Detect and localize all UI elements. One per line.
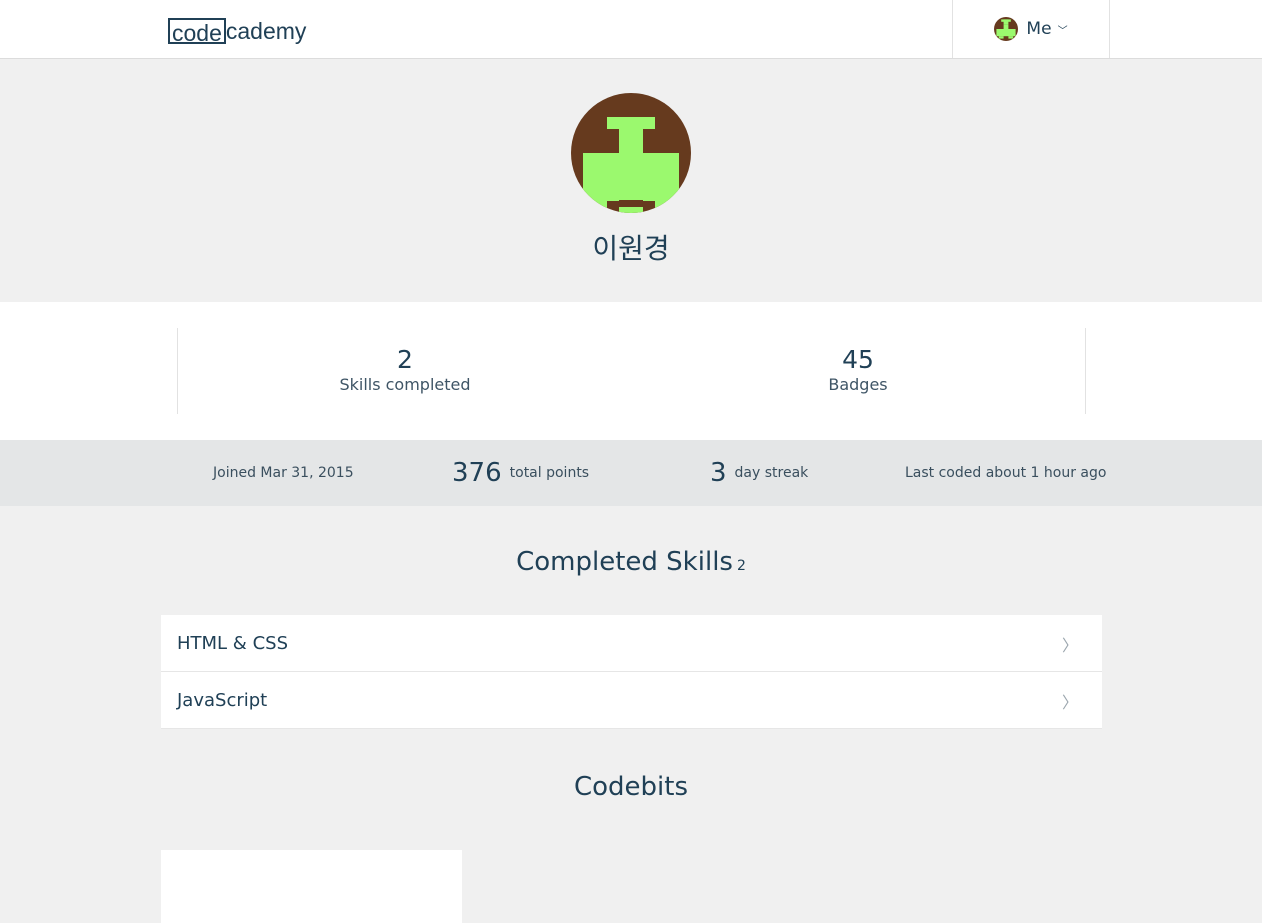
- day-streak: 3 day streak: [710, 440, 808, 506]
- skill-item-html-css[interactable]: HTML & CSS 〉: [161, 615, 1102, 672]
- profile-header: 이원경: [0, 59, 1262, 302]
- streak-value: 3: [710, 458, 727, 488]
- skill-item-javascript[interactable]: JavaScript 〉: [161, 672, 1102, 729]
- points-value: 376: [452, 458, 502, 488]
- avatar-small: [994, 17, 1019, 41]
- last-coded: Last coded about 1 hour ago: [905, 440, 1106, 506]
- avatar-icon: [571, 93, 691, 213]
- joined-date: Joined Mar 31, 2015: [213, 440, 354, 506]
- codebits-heading: Codebits: [0, 772, 1262, 802]
- stat-label: Skills completed: [339, 375, 471, 394]
- me-menu-button[interactable]: Me ﹀: [952, 0, 1110, 58]
- stat-skills-completed: 2 Skills completed: [255, 346, 555, 396]
- stat-label: Badges: [828, 375, 888, 394]
- logo-text: cademy: [225, 18, 307, 44]
- skill-name: JavaScript: [177, 689, 268, 711]
- points-label: total points: [509, 465, 590, 481]
- stats-panel: 2 Skills completed 45 Badges: [0, 302, 1262, 440]
- skill-name: HTML & CSS: [177, 632, 288, 654]
- streak-label: day streak: [734, 465, 809, 481]
- chevron-right-icon: 〉: [1061, 693, 1078, 712]
- stat-value: 45: [842, 345, 874, 374]
- divider: [177, 328, 178, 414]
- logo-boxed-text: code: [168, 18, 226, 46]
- section-title-text: Codebits: [573, 772, 689, 802]
- profile-meta-bar: Joined Mar 31, 2015 376 total points 3 d…: [0, 440, 1262, 506]
- codecademy-logo[interactable]: code cademy: [168, 14, 307, 46]
- divider: [1085, 328, 1086, 414]
- stat-badges[interactable]: 45 Badges: [708, 346, 1008, 396]
- completed-skills-heading: Completed Skills 2: [0, 547, 1262, 577]
- chevron-right-icon: 〉: [1061, 636, 1078, 655]
- codebit-card[interactable]: [161, 850, 462, 923]
- profile-avatar: [571, 93, 691, 213]
- joined-text: Joined Mar 31, 2015: [213, 465, 354, 481]
- skills-count: 2: [736, 558, 746, 574]
- profile-username: 이원경: [592, 232, 670, 265]
- section-title-text: Completed Skills: [516, 547, 733, 577]
- completed-skills-list: HTML & CSS 〉 JavaScript 〉: [161, 615, 1102, 729]
- stat-value: 2: [397, 345, 413, 374]
- me-label: Me: [1026, 19, 1052, 39]
- avatar-icon: [994, 17, 1019, 41]
- last-coded-text: Last coded about 1 hour ago: [905, 465, 1107, 481]
- chevron-down-icon: ﹀: [1057, 25, 1068, 37]
- top-navbar: code cademy Me ﹀: [0, 0, 1262, 59]
- total-points: 376 total points: [452, 440, 589, 506]
